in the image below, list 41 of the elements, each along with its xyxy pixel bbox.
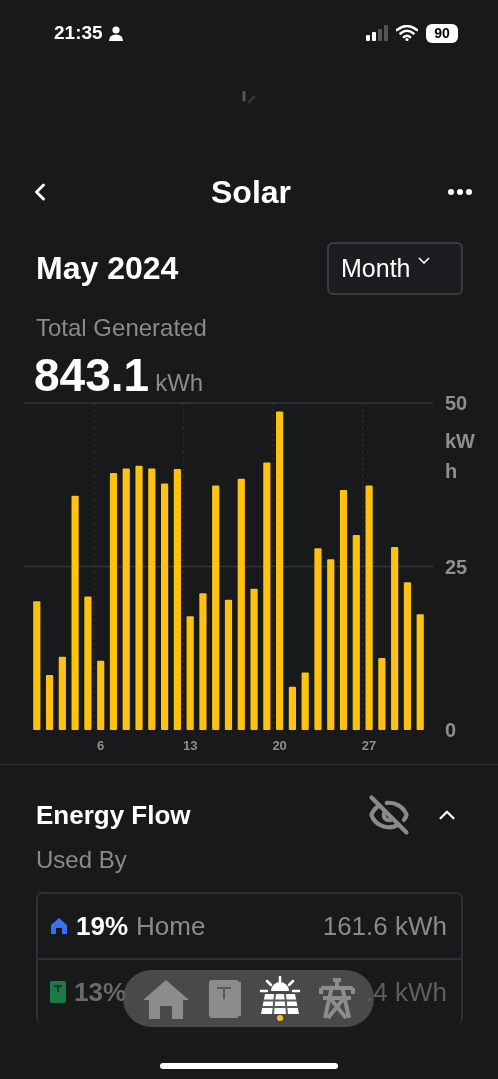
eye-off-icon — [368, 794, 410, 836]
x-tick-label: 6 — [97, 738, 105, 753]
chevron-down-icon — [418, 257, 431, 264]
battery-indicator: 90 — [426, 23, 458, 43]
dock-tab[interactable] — [258, 975, 301, 1022]
x-tick-label: 27 — [361, 738, 377, 753]
x-tick-label: 13 — [182, 738, 198, 753]
range-dropdown[interactable]: Month — [327, 242, 463, 295]
subsection-title: Used By — [35, 846, 128, 874]
bar — [301, 672, 309, 730]
period-title: May 2024 — [36, 250, 179, 287]
y-tick-label: 50 — [445, 392, 468, 414]
page-title: Solar — [211, 173, 291, 211]
person-icon — [108, 25, 123, 41]
loading-spinner-icon — [242, 91, 256, 105]
section-title: Energy Flow — [36, 799, 191, 831]
more-button[interactable] — [448, 189, 472, 195]
power-pylon-icon — [317, 977, 356, 1020]
bar — [378, 658, 386, 730]
y-tick-label: 0 — [445, 719, 457, 741]
total-unit: kWh — [155, 369, 204, 397]
solar-panel-icon — [258, 975, 301, 1022]
usage-label: Home — [136, 910, 206, 942]
total-label: Total Generated — [35, 314, 208, 342]
bar — [45, 675, 54, 730]
more-icon — [448, 189, 472, 195]
wifi-icon — [396, 25, 418, 41]
y-axis-label: kWh — [445, 429, 476, 484]
status-time: 21:35 — [54, 22, 103, 44]
bar — [288, 686, 296, 730]
total-value: 843.1 — [34, 348, 150, 402]
x-tick-label: 20 — [272, 738, 287, 753]
usage-value: .4 kWh — [366, 976, 447, 1008]
y-tick-label: 25 — [445, 555, 468, 578]
usage-percent: 19% — [76, 910, 129, 942]
hide-icon[interactable] — [368, 794, 410, 836]
battery-unit-icon — [208, 978, 243, 1019]
usage-value: 161.6 kWh — [322, 910, 447, 942]
usage-percent: 13% — [74, 976, 127, 1008]
signal-icon — [366, 25, 388, 41]
bar — [97, 660, 105, 730]
